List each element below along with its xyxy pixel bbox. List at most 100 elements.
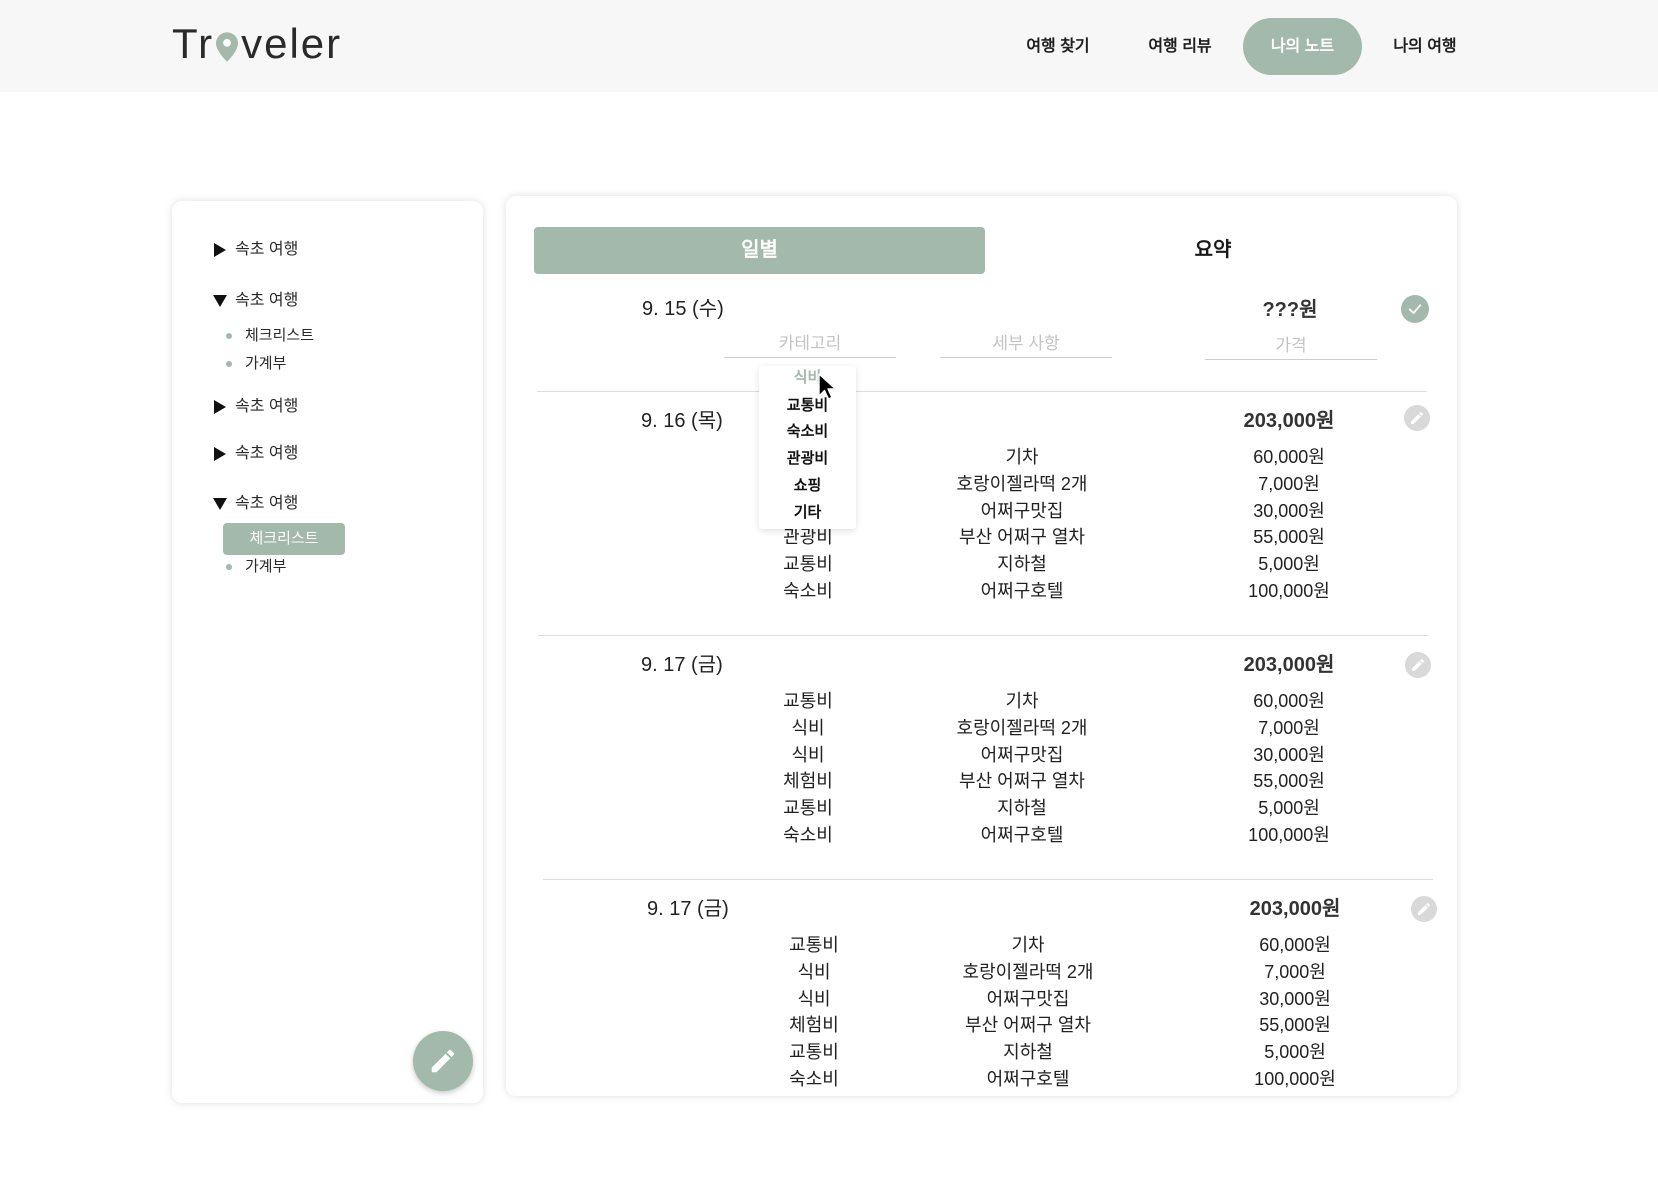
day-date: 9. 17 (금) — [641, 654, 723, 676]
expense-detail: 어쩌구맛집 — [980, 745, 1064, 765]
logo[interactable]: Tr veler — [172, 19, 342, 69]
expense-detail: 부산 어쩌구 열차 — [959, 527, 1085, 547]
sidebar-item-label: 체크리스트 — [245, 327, 315, 344]
edit-day-button[interactable] — [1404, 405, 1430, 431]
expense-category: 체험비 — [783, 771, 833, 791]
expense-row: 어쩌구맛집 30,000원 — [506, 499, 1457, 523]
expense-detail: 어쩌구호텔 — [980, 581, 1064, 601]
day-block: 9. 17 (금) 203,000원 교통비 기차 60,000원 식비 호랑이… — [512, 884, 1463, 1114]
day-date: 9. 17 (금) — [647, 898, 729, 920]
dropdown-option[interactable]: 숙소비 — [759, 420, 856, 444]
expense-row: 체험비 부산 어쩌구 열차 55,000원 — [512, 1013, 1463, 1037]
bullet-icon — [226, 564, 232, 570]
expense-detail: 기차 — [1011, 935, 1045, 955]
edit-day-button[interactable] — [1405, 652, 1431, 678]
nav-find-trip[interactable]: 여행 찾기 — [1008, 18, 1108, 75]
sidebar-trip-label: 속초 여행 — [235, 445, 299, 462]
sidebar-trip[interactable]: 속초 여행 — [172, 395, 432, 419]
expense-price: 5,000원 — [1258, 798, 1320, 818]
expense-category: 식비 — [797, 989, 831, 1009]
expense-row: 숙소비 어쩌구호텔 100,000원 — [512, 1067, 1463, 1091]
category-input[interactable] — [724, 330, 896, 358]
expense-row: 교통비 지하철 5,000원 — [512, 1040, 1463, 1064]
expense-price: 100,000원 — [1248, 581, 1330, 601]
expense-category: 식비 — [791, 718, 825, 738]
sidebar-item-label: 체크리스트 — [249, 530, 319, 547]
expense-price: 100,000원 — [1254, 1069, 1336, 1089]
expense-category: 숙소비 — [783, 581, 833, 601]
triangle-right-icon — [214, 400, 226, 414]
expense-row: 숙소비 어쩌구호텔 100,000원 — [506, 579, 1457, 603]
dropdown-option[interactable]: 식비 — [759, 366, 856, 390]
expense-row: 호랑이젤라떡 2개 7,000원 — [506, 472, 1457, 496]
dropdown-option[interactable]: 쇼핑 — [759, 474, 856, 498]
day-total: ???원 — [1262, 299, 1318, 321]
sidebar-trip[interactable]: 속초 여행 — [172, 492, 432, 516]
expense-category: 교통비 — [783, 798, 833, 818]
expense-price: 5,000원 — [1258, 554, 1320, 574]
mouse-pointer-icon — [818, 373, 837, 400]
nav-my-notes[interactable]: 나의 노트 — [1243, 18, 1362, 75]
divider — [537, 391, 1427, 392]
sidebar-item-checklist-active[interactable]: 체크리스트 — [223, 523, 345, 555]
pencil-icon — [1412, 658, 1425, 671]
expense-category: 교통비 — [783, 554, 833, 574]
dropdown-option[interactable]: 교통비 — [759, 394, 856, 418]
expense-detail: 지하철 — [1003, 1042, 1053, 1062]
top-header: Tr veler 여행 찾기 여행 리뷰 나의 노트 나의 여행 — [0, 0, 1658, 92]
logo-text-end: veler — [241, 20, 343, 67]
sidebar-trip-label: 속초 여행 — [235, 495, 299, 512]
sidebar-trip[interactable]: 속초 여행 — [172, 289, 432, 313]
expense-row: 교통비 지하철 5,000원 — [506, 552, 1457, 576]
detail-input[interactable] — [940, 330, 1112, 358]
day-date: 9. 16 (목) — [641, 410, 723, 432]
expense-category: 식비 — [797, 962, 831, 982]
expense-price: 30,000원 — [1253, 501, 1325, 521]
triangle-right-icon — [214, 447, 226, 461]
expense-category: 숙소비 — [789, 1069, 839, 1089]
expense-price: 30,000원 — [1253, 745, 1325, 765]
confirm-button[interactable] — [1401, 295, 1429, 323]
trip-sidebar: 속초 여행 속초 여행 체크리스트 가계부 속초 여행 속초 여행 속초 여행 … — [172, 201, 483, 1103]
sidebar-trip-label: 속초 여행 — [235, 241, 299, 258]
expense-category: 교통비 — [789, 935, 839, 955]
expense-price: 7,000원 — [1258, 474, 1320, 494]
expense-detail: 부산 어쩌구 열차 — [965, 1015, 1091, 1035]
expense-detail: 지하철 — [997, 554, 1047, 574]
day-block: 9. 17 (금) 203,000원 교통비 기차 60,000원 식비 호랑이… — [506, 640, 1457, 870]
day-total: 203,000원 — [1249, 898, 1341, 920]
sidebar-trip[interactable]: 속초 여행 — [172, 442, 432, 466]
expense-price: 100,000원 — [1248, 825, 1330, 845]
expense-price: 60,000원 — [1259, 935, 1331, 955]
expense-price: 55,000원 — [1259, 1015, 1331, 1035]
map-pin-icon — [216, 32, 239, 62]
expense-price: 60,000원 — [1253, 691, 1325, 711]
sidebar-trip-label: 속초 여행 — [235, 292, 299, 309]
expense-category: 식비 — [791, 745, 825, 765]
dropdown-option[interactable]: 기타 — [759, 501, 856, 525]
sidebar-item-checklist[interactable]: 체크리스트 — [172, 324, 392, 348]
price-input[interactable] — [1205, 332, 1377, 360]
new-note-button[interactable] — [413, 1031, 473, 1091]
expense-detail: 부산 어쩌구 열차 — [959, 771, 1085, 791]
sidebar-item-budget[interactable]: 가계부 — [172, 555, 392, 579]
expense-detail: 어쩌구맛집 — [980, 501, 1064, 521]
sidebar-trip[interactable]: 속초 여행 — [172, 238, 432, 262]
pencil-icon — [1411, 411, 1424, 424]
expense-detail: 기차 — [1005, 447, 1039, 467]
nav-trip-review[interactable]: 여행 리뷰 — [1130, 18, 1230, 75]
day-date: 9. 15 (수) — [642, 298, 724, 320]
expense-row: 숙소비 어쩌구호텔 100,000원 — [506, 823, 1457, 847]
tab-daily[interactable]: 일별 — [534, 227, 985, 274]
expense-row: 기차 60,000원 — [506, 445, 1457, 469]
divider — [543, 879, 1433, 880]
check-icon — [1408, 304, 1422, 315]
dropdown-option[interactable]: 관광비 — [759, 447, 856, 471]
day-block: 9. 16 (목) 203,000원 기차 60,000원 호랑이젤라떡 2개 … — [506, 396, 1457, 626]
nav-my-trips[interactable]: 나의 여행 — [1375, 18, 1475, 75]
sidebar-item-label: 가계부 — [245, 355, 287, 372]
tab-summary[interactable]: 요약 — [985, 227, 1441, 274]
expense-category: 교통비 — [789, 1042, 839, 1062]
edit-day-button[interactable] — [1411, 896, 1437, 922]
sidebar-item-budget[interactable]: 가계부 — [172, 352, 392, 376]
